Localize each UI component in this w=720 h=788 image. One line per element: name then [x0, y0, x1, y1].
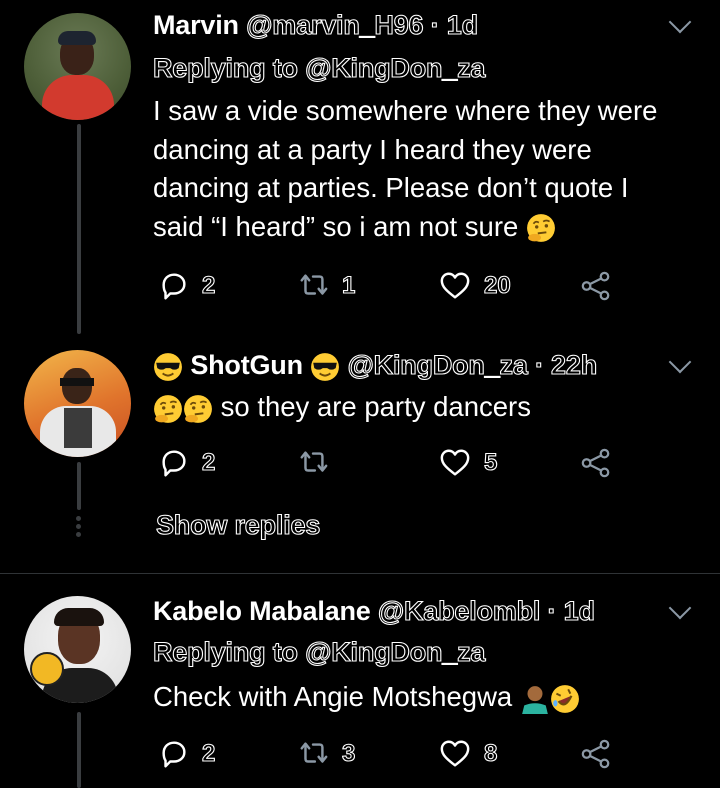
replying-to[interactable]: Replying to @KingDon_za: [152, 636, 486, 668]
heart-icon: [440, 272, 470, 299]
retweet-button[interactable]: 3: [296, 738, 356, 770]
share-icon: [581, 271, 610, 301]
tweet-header: ShotGun @KingDon_za · 22h: [153, 349, 598, 382]
author-name[interactable]: Marvin: [153, 10, 239, 40]
reply-icon: [162, 273, 186, 300]
chevron-down-icon[interactable]: [668, 350, 692, 374]
reply-button[interactable]: 2: [158, 447, 216, 479]
tweet-text: so they are party dancers: [153, 388, 531, 427]
heart-icon: [440, 449, 470, 476]
chevron-down-icon[interactable]: [668, 596, 692, 620]
collapsed-thread-dots: [76, 516, 82, 537]
share-icon: [581, 448, 610, 478]
author-handle[interactable]: @marvin_H96: [246, 9, 425, 40]
show-replies-link[interactable]: Show replies: [155, 509, 320, 541]
like-button[interactable]: 5: [438, 447, 498, 479]
share-button[interactable]: [580, 447, 612, 479]
tweet-line: dancing at parties. Please don’t quote I: [153, 172, 629, 203]
reply-button[interactable]: 2: [158, 738, 216, 770]
retweet-icon: [300, 742, 328, 763]
author-name[interactable]: ShotGun: [190, 350, 303, 380]
reply-button[interactable]: 2: [158, 270, 216, 302]
like-count: 20: [483, 271, 511, 299]
sunglasses-emoji: [310, 351, 341, 382]
author-name[interactable]: Kabelo Mabalane: [153, 596, 371, 626]
thinking-face-emoji: [153, 393, 183, 424]
tweet-header: Marvin @marvin_H96 · 1d: [153, 9, 479, 41]
reply-count: 2: [201, 739, 216, 767]
author-handle[interactable]: @Kabelombl: [377, 595, 541, 626]
thread-line: [77, 712, 81, 788]
share-button[interactable]: [580, 738, 612, 770]
avatar-shotgun[interactable]: [24, 350, 131, 457]
person-shrugging-emoji: [522, 685, 548, 714]
like-count: 8: [483, 739, 498, 767]
like-count: 5: [483, 448, 498, 476]
avatar-marvin[interactable]: [24, 13, 131, 120]
retweet-count: 3: [341, 739, 356, 767]
reply-count: 2: [201, 448, 216, 476]
thread-line: [77, 124, 81, 334]
tweet-line: so they are party dancers: [220, 391, 531, 422]
like-button[interactable]: 8: [438, 738, 498, 770]
tweet-time[interactable]: · 1d: [430, 9, 479, 40]
tweet-line: dancing at a party I heard they were: [153, 133, 592, 165]
share-button[interactable]: [580, 270, 612, 302]
author-handle[interactable]: @KingDon_za: [347, 349, 528, 380]
tweet-text: I saw a vide somewhere where they were d…: [153, 92, 657, 246]
thread-line: [77, 462, 81, 510]
tweet-text: Check with Angie Motshegwa: [153, 678, 580, 717]
retweet-button[interactable]: 1: [296, 270, 356, 302]
retweet-icon: [300, 451, 328, 472]
reply-count: 2: [201, 271, 216, 299]
rofl-emoji: [549, 683, 580, 714]
reply-icon: [162, 450, 186, 477]
chevron-down-icon[interactable]: [668, 10, 692, 34]
sunglasses-emoji: [153, 351, 183, 382]
tweet-header: Kabelo Mabalane @Kabelombl · 1d: [153, 595, 596, 627]
reply-icon: [162, 741, 186, 768]
retweet-icon: [300, 274, 328, 295]
share-icon: [581, 739, 610, 769]
tweet-line: I saw a vide somewhere where they were: [153, 95, 658, 126]
heart-icon: [440, 740, 470, 767]
tweet-time[interactable]: · 1d: [547, 595, 596, 626]
tweet-time[interactable]: · 22h: [534, 349, 597, 380]
avatar-kabelo[interactable]: [24, 596, 131, 703]
tweet-line: Check with Angie Motshegwa: [153, 681, 513, 712]
replying-to[interactable]: Replying to @KingDon_za: [152, 52, 486, 84]
tweet-line: said “I heard” so i am not sure: [153, 208, 657, 247]
retweet-count: 1: [341, 271, 356, 299]
divider: [0, 573, 720, 574]
thinking-face-emoji: [526, 213, 556, 244]
like-button[interactable]: 20: [438, 270, 511, 302]
retweet-button[interactable]: [296, 447, 330, 479]
thinking-face-emoji: [183, 393, 213, 424]
